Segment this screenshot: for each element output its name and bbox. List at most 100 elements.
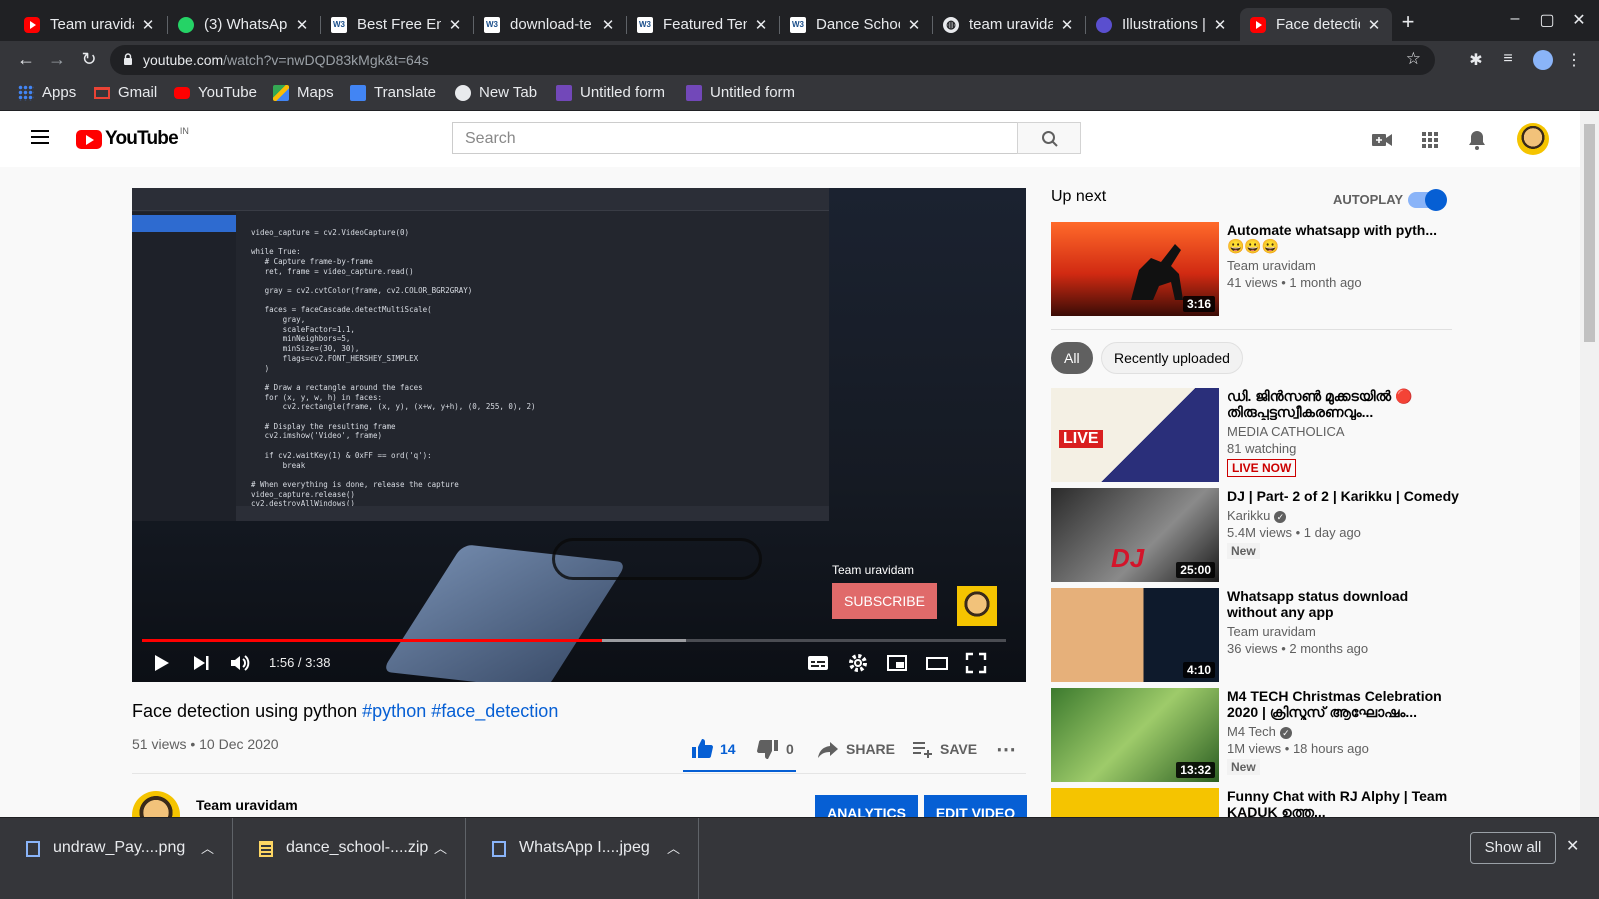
bookmark-gmail[interactable]: Gmail xyxy=(94,84,157,101)
bookmark-label: YouTube xyxy=(198,84,257,101)
scrollbar-thumb[interactable] xyxy=(1584,124,1595,342)
verified-check-icon: ✓ xyxy=(1274,510,1287,523)
fullscreen-icon[interactable] xyxy=(964,651,988,675)
hashtag-python[interactable]: #python xyxy=(362,701,426,721)
analytics-button[interactable]: ANALYTICS xyxy=(815,795,918,817)
channel-avatar[interactable] xyxy=(132,791,180,817)
tab-best-free[interactable]: W3 Best Free Ent ✕ xyxy=(321,8,473,41)
recommendation-item[interactable]: LIVE ഡി. ജിൻസൺ മുക്കടയിൽ 🔴 തിരുപ്പട്ടസ്വ… xyxy=(1051,388,1461,483)
recommendation-item[interactable]: DJ 25:00 DJ | Part- 2 of 2 | Karikku | C… xyxy=(1051,488,1461,583)
download-item[interactable]: dance_school-....zip ︿ xyxy=(233,818,466,899)
youtube-logo[interactable]: YouTube IN xyxy=(76,126,189,150)
menu-icon[interactable] xyxy=(31,130,49,144)
bookmark-untitled-form-1[interactable]: Untitled form xyxy=(556,84,665,101)
next-icon[interactable] xyxy=(189,651,213,675)
video-player[interactable]: video_capture = cv2.VideoCapture(0) whil… xyxy=(132,188,1026,682)
recommendation-item[interactable]: 3:16 Automate whatsapp with pyth... 😀😀😀 T… xyxy=(1051,222,1461,317)
dislike-button[interactable]: 0 xyxy=(756,737,794,761)
video-thumbnail[interactable]: DJ 25:00 xyxy=(1051,488,1219,582)
hashtag-face-detection[interactable]: #face_detection xyxy=(431,701,558,721)
close-icon[interactable]: ✕ xyxy=(447,16,463,34)
video-thumbnail[interactable]: 3:16 xyxy=(1051,222,1219,316)
progress-bar[interactable] xyxy=(142,639,1006,642)
share-button[interactable]: SHARE xyxy=(816,737,895,761)
miniplayer-icon[interactable] xyxy=(885,651,909,675)
tab-featured[interactable]: W3 Featured Ten ✕ xyxy=(627,8,779,41)
video-thumbnail[interactable]: 13:32 xyxy=(1051,688,1219,782)
address-bar[interactable]: youtube.com/watch?v=nwDQD83kMgk&t=64s ☆ xyxy=(110,45,1435,75)
card-subscribe-button[interactable]: SUBSCRIBE xyxy=(832,583,937,619)
bookmark-youtube[interactable]: YouTube xyxy=(174,84,257,101)
tab-whatsapp[interactable]: (3) WhatsApp ✕ xyxy=(168,8,320,41)
card-channel-thumbnail[interactable] xyxy=(957,586,997,626)
chevron-up-icon[interactable]: ︿ xyxy=(667,838,680,857)
account-avatar[interactable] xyxy=(1517,123,1549,155)
forward-icon[interactable]: → xyxy=(46,49,68,70)
video-thumbnail[interactable]: 4:10 xyxy=(1051,588,1219,682)
close-icon[interactable]: ✕ xyxy=(600,16,616,34)
recommendation-item[interactable]: 13:32 M4 TECH Christmas Celebration 2020… xyxy=(1051,688,1461,783)
settings-gear-icon[interactable] xyxy=(846,651,870,675)
close-icon[interactable]: ✕ xyxy=(140,16,156,34)
more-actions-icon[interactable]: ⋯ xyxy=(996,737,1016,762)
channel-name[interactable]: Team uravidam xyxy=(196,797,298,813)
chevron-up-icon[interactable]: ︿ xyxy=(201,838,214,857)
close-icon[interactable]: ✕ xyxy=(1059,16,1075,34)
video-thumbnail[interactable]: LIVE xyxy=(1051,388,1219,482)
tab-team-uravidam-2[interactable]: ◍ team uravida ✕ xyxy=(933,8,1085,41)
reload-icon[interactable]: ↻ xyxy=(78,49,100,70)
apps-grid-icon[interactable] xyxy=(1418,128,1442,152)
like-button[interactable]: 14 xyxy=(690,737,736,761)
video-meta: 36 views • 2 months ago xyxy=(1227,641,1369,656)
chip-all[interactable]: All xyxy=(1051,342,1093,374)
w3layouts-icon: W3 xyxy=(331,16,347,33)
autoplay-toggle[interactable] xyxy=(1408,189,1447,211)
time-display: 1:56 / 3:38 xyxy=(269,655,331,670)
minimize-icon[interactable]: – xyxy=(1505,10,1525,28)
chevron-up-icon[interactable]: ︿ xyxy=(434,838,447,857)
recommendation-item[interactable]: Funny Chat with RJ Alphy | Team KADUK ഉത… xyxy=(1051,788,1461,817)
show-all-button[interactable]: Show all xyxy=(1470,832,1556,864)
close-icon[interactable]: ✕ xyxy=(906,16,922,34)
edit-video-button[interactable]: EDIT VIDEO xyxy=(924,795,1027,817)
maximize-icon[interactable]: ▢ xyxy=(1537,10,1557,30)
download-item[interactable]: WhatsApp I....jpeg ︿ xyxy=(466,818,699,899)
create-video-icon[interactable] xyxy=(1370,128,1394,152)
chip-recently-uploaded[interactable]: Recently uploaded xyxy=(1101,342,1243,374)
bookmark-untitled-form-2[interactable]: Untitled form xyxy=(686,84,795,101)
bookmark-star-icon[interactable]: ☆ xyxy=(1406,49,1421,69)
bookmark-maps[interactable]: Maps xyxy=(273,84,334,101)
browser-menu-icon[interactable]: ⋮ xyxy=(1566,50,1582,70)
download-item[interactable]: undraw_Pay....png ︿ xyxy=(0,818,233,899)
new-tab-button[interactable]: + xyxy=(1397,11,1419,34)
extensions-icon[interactable]: ✱ xyxy=(1466,50,1486,70)
notifications-bell-icon[interactable] xyxy=(1465,128,1489,152)
profile-avatar[interactable] xyxy=(1533,50,1553,70)
tab-download[interactable]: W3 download-te ✕ xyxy=(474,8,626,41)
tab-illustrations[interactable]: Illustrations | ✕ xyxy=(1086,8,1238,41)
tab-dance-school[interactable]: W3 Dance School ✕ xyxy=(780,8,932,41)
close-icon[interactable]: ✕ xyxy=(1366,16,1382,34)
save-button[interactable]: SAVE xyxy=(910,737,977,761)
page-scrollbar[interactable] xyxy=(1580,111,1599,817)
tab-face-detection[interactable]: Face detectio ✕ xyxy=(1240,8,1392,41)
play-icon[interactable] xyxy=(149,651,173,675)
tab-team-uravidam[interactable]: Team uravida ✕ xyxy=(14,8,166,41)
bookmark-new-tab[interactable]: New Tab xyxy=(455,84,537,101)
theater-mode-icon[interactable] xyxy=(925,651,949,675)
search-input[interactable]: Search xyxy=(452,122,1018,154)
close-icon[interactable]: ✕ xyxy=(1212,16,1228,34)
volume-icon[interactable] xyxy=(228,651,252,675)
close-icon[interactable]: ✕ xyxy=(294,16,310,34)
video-thumbnail[interactable] xyxy=(1051,788,1219,817)
bookmark-apps[interactable]: Apps xyxy=(18,84,76,101)
subtitles-icon[interactable] xyxy=(806,651,830,675)
recommendation-item[interactable]: 4:10 Whatsapp status download without an… xyxy=(1051,588,1461,683)
close-window-icon[interactable]: ✕ xyxy=(1569,10,1589,30)
back-icon[interactable]: ← xyxy=(15,49,37,70)
bookmark-translate[interactable]: Translate xyxy=(350,84,436,101)
close-icon[interactable]: ✕ xyxy=(753,16,769,34)
close-icon[interactable]: ✕ xyxy=(1566,836,1579,856)
search-button[interactable] xyxy=(1017,122,1081,154)
media-queue-icon[interactable]: ≡ xyxy=(1498,50,1518,68)
